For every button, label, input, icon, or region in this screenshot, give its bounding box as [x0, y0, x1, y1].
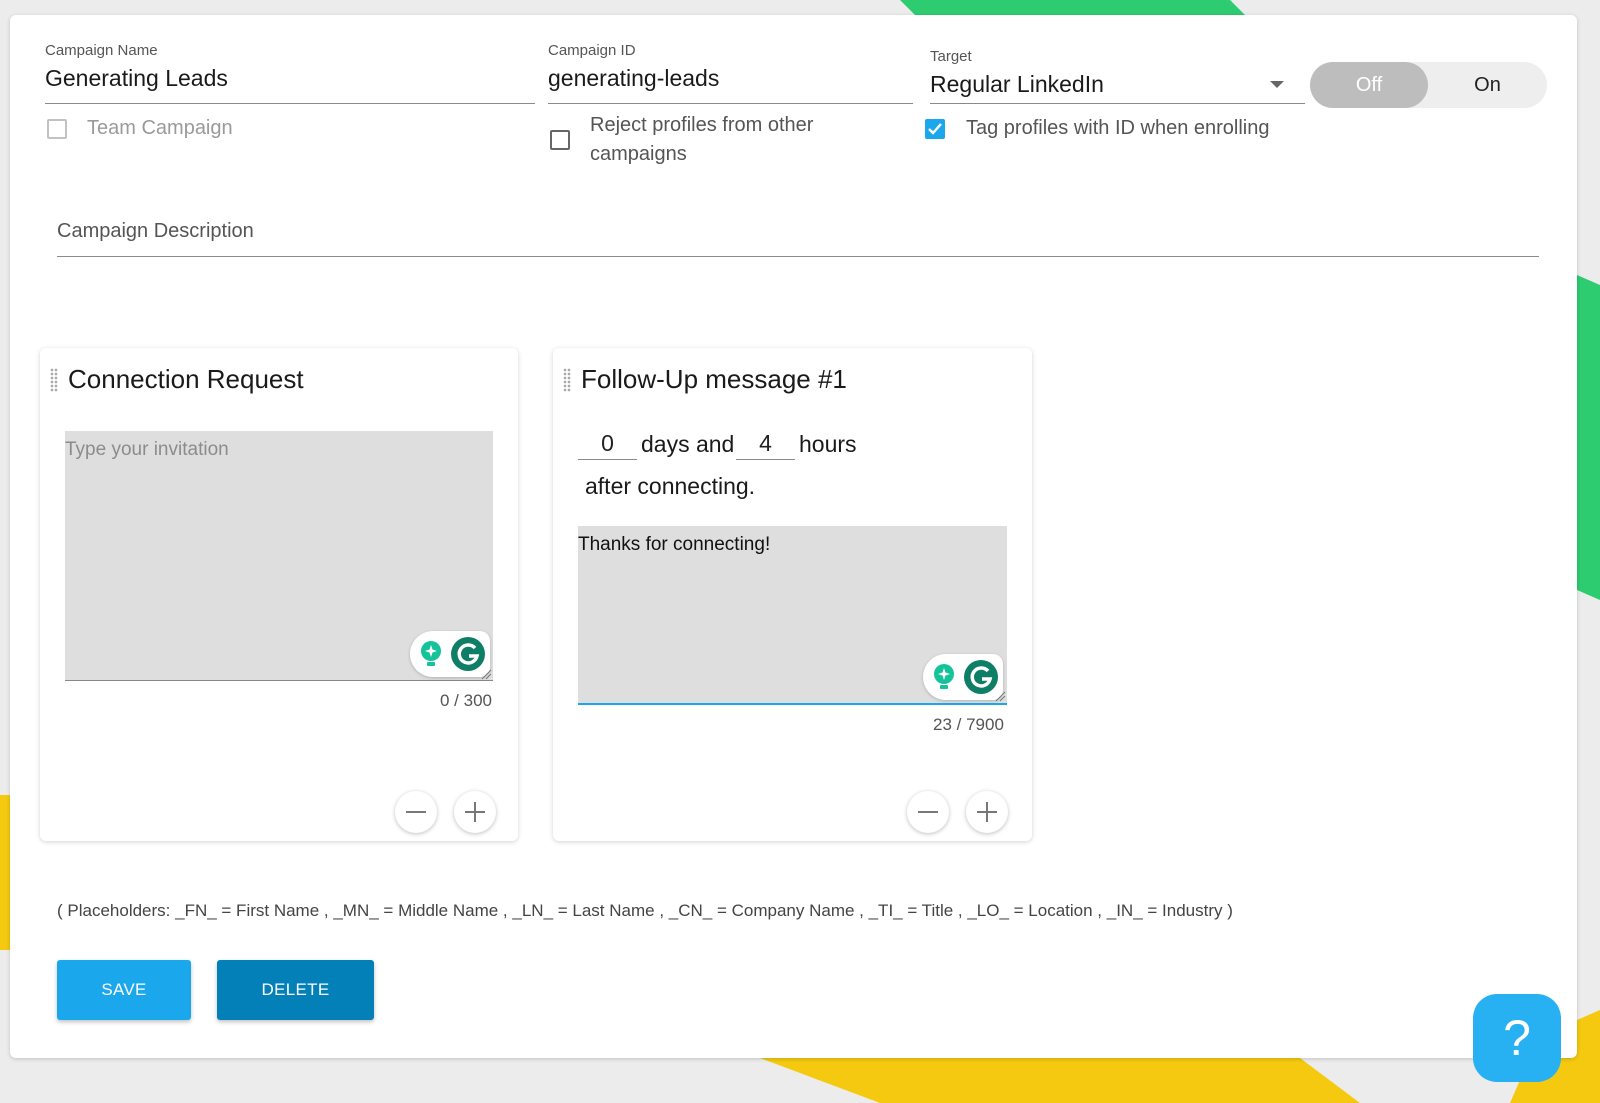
delete-button[interactable]: DELETE	[217, 960, 374, 1020]
target-label: Target	[930, 48, 972, 65]
connection-request-card: Connection Request Type your invitation …	[40, 348, 518, 841]
grammarly-g-icon	[451, 637, 485, 671]
reject-profiles-label: Reject profiles from other campaigns	[590, 111, 813, 169]
follow-up-message-textarea[interactable]: Thanks for connecting!	[578, 526, 1007, 705]
remove-step-button[interactable]	[907, 791, 949, 833]
campaign-name-label: Campaign Name	[45, 42, 158, 59]
days-input[interactable]: 0	[578, 430, 637, 457]
hours-label: hours	[799, 431, 857, 457]
grammarly-widget[interactable]	[923, 654, 1003, 700]
minus-icon	[406, 811, 426, 813]
tag-profiles-checkbox[interactable]	[925, 119, 945, 139]
plus-icon	[465, 802, 485, 822]
follow-up-title: Follow-Up message #1	[581, 364, 847, 394]
campaign-name-input[interactable]: Generating Leads	[45, 65, 228, 92]
campaign-description-input[interactable]: Campaign Description	[57, 220, 254, 243]
toggle-on-option[interactable]: On	[1428, 62, 1547, 108]
follow-up-char-counter: 23 / 7900	[933, 715, 1004, 734]
target-underline	[930, 103, 1305, 104]
campaign-id-underline	[548, 103, 913, 104]
resize-handle-icon[interactable]	[480, 668, 492, 680]
after-connecting-label: after connecting.	[585, 473, 756, 499]
days-input-underline	[578, 459, 637, 460]
campaign-id-label: Campaign ID	[548, 42, 636, 59]
campaign-id-input[interactable]: generating-leads	[548, 65, 719, 92]
remove-step-button[interactable]	[395, 791, 437, 833]
lightbulb-icon	[421, 641, 441, 666]
resize-handle-icon[interactable]	[994, 690, 1006, 702]
target-select-value: Regular LinkedIn	[930, 71, 1104, 97]
team-campaign-label: Team Campaign	[87, 117, 233, 139]
invitation-char-counter: 0 / 300	[440, 691, 492, 710]
drag-handle-icon[interactable]	[563, 368, 571, 392]
help-button[interactable]: ?	[1473, 994, 1561, 1082]
team-campaign-checkbox[interactable]	[47, 119, 67, 139]
placeholders-note: ( Placeholders: _FN_ = First Name , _MN_…	[57, 901, 1233, 920]
follow-up-card: Follow-Up message #1 0 days and 4 hours …	[553, 348, 1032, 841]
grammarly-widget[interactable]	[410, 631, 490, 677]
toggle-off-option[interactable]: Off	[1310, 62, 1428, 108]
reject-profiles-label-line1: Reject profiles from other	[590, 114, 814, 136]
invitation-textarea[interactable]: Type your invitation	[65, 431, 493, 681]
connection-request-title: Connection Request	[68, 364, 304, 394]
save-button[interactable]: SAVE	[57, 960, 191, 1020]
campaign-description-underline	[57, 256, 1539, 257]
add-step-button[interactable]	[454, 791, 496, 833]
target-select[interactable]: Regular LinkedIn	[930, 71, 1305, 103]
reject-profiles-label-line2: campaigns	[590, 143, 687, 165]
chevron-down-icon	[1270, 81, 1284, 88]
add-step-button[interactable]	[966, 791, 1008, 833]
drag-handle-icon[interactable]	[50, 368, 58, 392]
campaign-name-underline	[45, 103, 535, 104]
off-on-toggle[interactable]: Off On	[1310, 62, 1547, 108]
invitation-placeholder: Type your invitation	[65, 439, 229, 460]
tag-profiles-label: Tag profiles with ID when enrolling	[966, 117, 1270, 139]
hours-input-underline	[736, 459, 795, 460]
reject-profiles-checkbox[interactable]	[550, 130, 570, 150]
minus-icon	[918, 811, 938, 813]
plus-icon	[977, 802, 997, 822]
checkmark-icon	[928, 123, 942, 135]
hours-input[interactable]: 4	[736, 430, 795, 457]
campaign-panel: Campaign Name Generating Leads Campaign …	[10, 15, 1577, 1058]
follow-up-message-text: Thanks for connecting!	[578, 534, 771, 555]
days-and-label: days and	[641, 431, 735, 457]
lightbulb-icon	[934, 664, 954, 689]
